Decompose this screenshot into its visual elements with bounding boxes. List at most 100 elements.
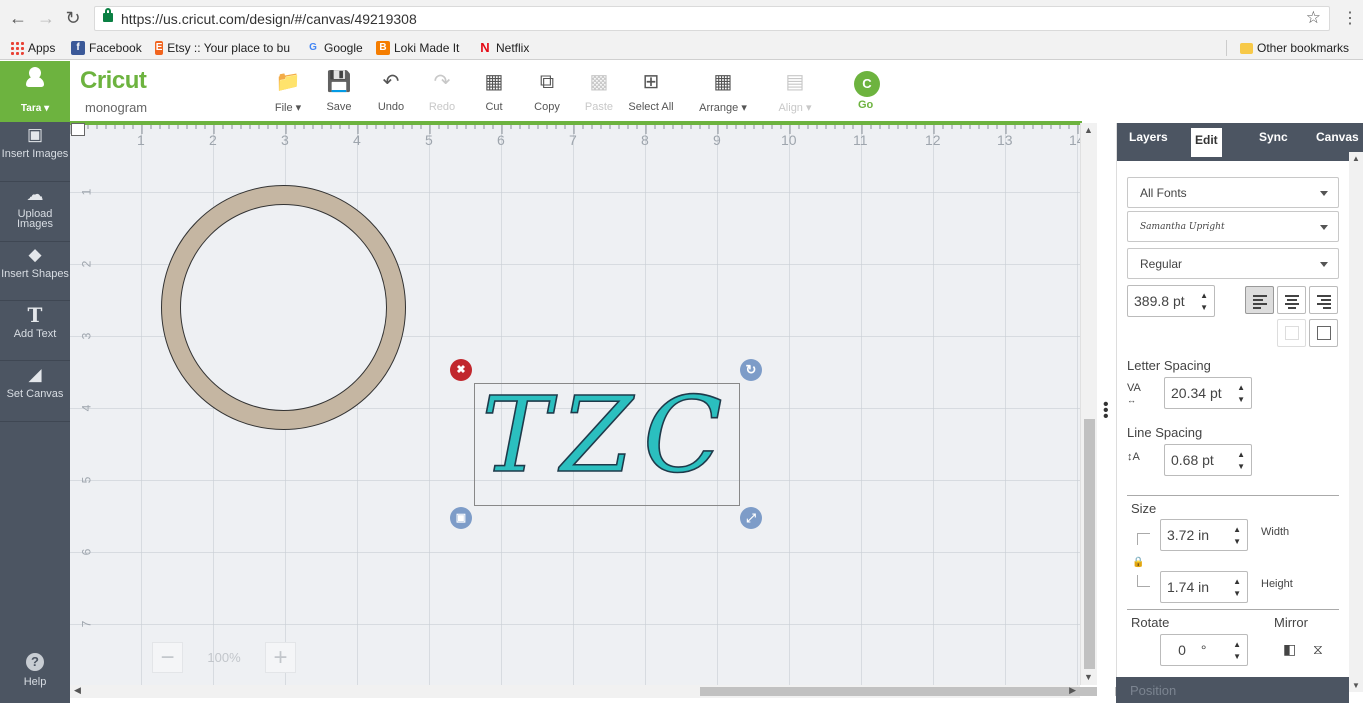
attach-text-button[interactable] — [1309, 319, 1338, 347]
font-filter-select[interactable]: All Fonts — [1127, 177, 1339, 208]
etsy-icon: E — [155, 41, 164, 55]
rotate-handle-icon[interactable]: ↻ — [740, 359, 762, 381]
address-bar[interactable]: https://us.cricut.com/design/#/canvas/49… — [94, 6, 1330, 31]
other-bookmarks[interactable]: Other bookmarks — [1240, 40, 1349, 56]
ruler-tick-label: 3 — [281, 132, 289, 148]
canvas-vertical-scrollbar[interactable]: ▲ ▼ — [1080, 123, 1097, 685]
zoom-out-button[interactable]: − — [152, 641, 183, 673]
forward-arrow-icon[interactable]: → — [36, 8, 56, 28]
resize-handle-icon[interactable]: ⤢ — [740, 507, 762, 529]
copy-button[interactable]: ⧉ Copy — [534, 71, 560, 115]
align-right-button[interactable] — [1309, 286, 1338, 314]
align-left-button[interactable] — [1245, 286, 1274, 314]
help-button[interactable]: ? Help — [0, 653, 70, 693]
zoom-in-button[interactable]: + — [265, 641, 296, 673]
scroll-down-arrow-icon[interactable]: ▼ — [1084, 672, 1093, 682]
panel-scroll-up-icon[interactable]: ▲ — [1352, 154, 1360, 163]
ruler-tick-label: 6 — [497, 132, 505, 148]
tab-layers[interactable]: Layers — [1129, 130, 1168, 144]
line-spacing-field[interactable]: 0.68 pt ▲ ▼ — [1164, 444, 1252, 476]
ruler-corner — [71, 123, 85, 136]
width-field[interactable]: 3.72 in ▲ ▼ — [1160, 519, 1248, 551]
font-style-select[interactable]: Regular — [1127, 248, 1339, 279]
spinner-icon[interactable]: ▲ ▼ — [1200, 290, 1208, 314]
reload-icon[interactable]: ↻ — [63, 8, 83, 28]
mirror-horizontal-icon[interactable]: ◧ — [1283, 641, 1296, 658]
cut-button[interactable]: ▦ Cut — [482, 71, 506, 115]
letter-spacing-field[interactable]: 20.34 pt ▲ ▼ — [1164, 377, 1252, 409]
bookmark-netflix[interactable]: N Netflix — [478, 40, 529, 56]
browser-menu-icon[interactable]: ⋮ — [1342, 8, 1358, 28]
sidebar-item-add-text[interactable]: T Add Text — [0, 305, 70, 361]
folder-icon: 📁 — [275, 71, 301, 93]
tab-edit[interactable]: Edit — [1191, 128, 1222, 159]
vertical-scroll-thumb[interactable] — [1084, 419, 1095, 669]
save-button[interactable]: 💾 Save — [325, 71, 353, 115]
scroll-right-arrow-icon[interactable]: ▶ — [1069, 685, 1076, 696]
go-label: Go — [858, 99, 874, 111]
rotate-value: 0 — [1178, 642, 1186, 658]
panel-scrollbar[interactable]: ▲ ▼ — [1349, 152, 1363, 692]
arrange-menu-button[interactable]: ▦ Arrange ▾ — [696, 71, 750, 115]
ruler-tick-label: 4 — [79, 404, 94, 412]
panel-scroll-down-icon[interactable]: ▼ — [1352, 681, 1360, 690]
rotate-field[interactable]: 0 ° ▲ ▼ — [1160, 634, 1248, 666]
sidebar-item-insert-shapes[interactable]: ◆ Insert Shapes — [0, 246, 70, 301]
circle-ring-shape[interactable] — [161, 185, 406, 430]
font-name-select[interactable]: Samantha Upright — [1127, 211, 1339, 242]
lock-handle-icon[interactable]: ▣ — [450, 507, 472, 529]
tab-sync[interactable]: Sync — [1259, 130, 1288, 144]
align-center-button[interactable] — [1277, 286, 1306, 314]
canvas-horizontal-scrollbar[interactable]: ◀ ▶ — [70, 685, 1132, 698]
font-size-field[interactable]: 389.8 pt ▲ ▼ — [1127, 285, 1215, 317]
redo-button[interactable]: ↷ Redo — [428, 71, 456, 115]
paste-button[interactable]: ▩ Paste — [584, 71, 614, 115]
cloud-upload-icon: ☁ — [26, 185, 44, 204]
select-all-button[interactable]: ⊞ Select All — [628, 71, 674, 115]
ungroup-text-button[interactable] — [1277, 319, 1306, 347]
bookmark-loki[interactable]: B Loki Made It — [376, 40, 459, 56]
other-bookmarks-label: Other bookmarks — [1257, 41, 1350, 55]
user-menu[interactable]: Tara ▾ — [0, 61, 70, 122]
apps-grid-icon — [10, 41, 24, 55]
ruler-tick-label: 5 — [425, 132, 433, 148]
monogram-text[interactable]: TZC — [474, 370, 740, 500]
scroll-up-arrow-icon[interactable]: ▲ — [1084, 125, 1093, 135]
tab-canvas[interactable]: Canvas — [1316, 130, 1359, 144]
sidebar-item-upload-images[interactable]: ☁ Upload Images — [0, 185, 70, 242]
sidebar-item-set-canvas[interactable]: ◢ Set Canvas — [0, 366, 70, 422]
go-button[interactable]: C — [854, 71, 880, 97]
height-unit: in — [1198, 579, 1210, 595]
spinner-icon[interactable]: ▲ ▼ — [1237, 382, 1245, 406]
spinner-icon[interactable]: ▲ ▼ — [1237, 449, 1245, 473]
spinner-icon[interactable]: ▲ ▼ — [1233, 576, 1241, 600]
panel-resize-dots-icon[interactable]: • • • — [1103, 397, 1109, 425]
bookmark-google[interactable]: G Google — [306, 40, 363, 56]
zoom-control: − 100% + — [152, 641, 296, 673]
file-menu-button[interactable]: 📁 File ▾ — [270, 71, 306, 115]
section-divider — [1127, 609, 1339, 610]
align-menu-button[interactable]: ▤ Align ▾ — [774, 71, 816, 115]
ruler-tick-label: 13 — [997, 132, 1013, 148]
spinner-icon[interactable]: ▲ ▼ — [1233, 524, 1241, 548]
lock-ratio-icon[interactable]: 🔒 — [1132, 557, 1144, 568]
height-label: Height — [1261, 578, 1293, 590]
spinner-icon[interactable]: ▲ ▼ — [1233, 639, 1241, 663]
mirror-vertical-icon[interactable]: ⧖ — [1313, 641, 1323, 658]
ruler-tick-label: 6 — [79, 548, 94, 556]
scroll-left-arrow-icon[interactable]: ◀ — [74, 685, 81, 696]
sidebar-item-insert-images[interactable]: ▣ Insert Images — [0, 126, 70, 182]
height-field[interactable]: 1.74 in ▲ ▼ — [1160, 571, 1248, 603]
bookmark-etsy[interactable]: E Etsy :: Your place to bu — [155, 40, 290, 56]
position-section-header[interactable]: Position — [1116, 677, 1349, 703]
bookmark-apps[interactable]: Apps — [10, 40, 55, 56]
copy-icon: ⧉ — [539, 71, 555, 93]
back-arrow-icon[interactable]: ← — [8, 8, 28, 28]
bookmark-facebook[interactable]: f Facebook — [71, 40, 142, 56]
width-value: 3.72 — [1167, 527, 1195, 543]
bookmark-star-icon[interactable]: ☆ — [1306, 8, 1321, 28]
undo-button[interactable]: ↶ Undo — [375, 71, 407, 115]
delete-handle-icon[interactable]: ✖ — [450, 359, 472, 381]
folder-icon — [1240, 42, 1253, 54]
horizontal-scroll-thumb[interactable] — [700, 687, 1132, 696]
